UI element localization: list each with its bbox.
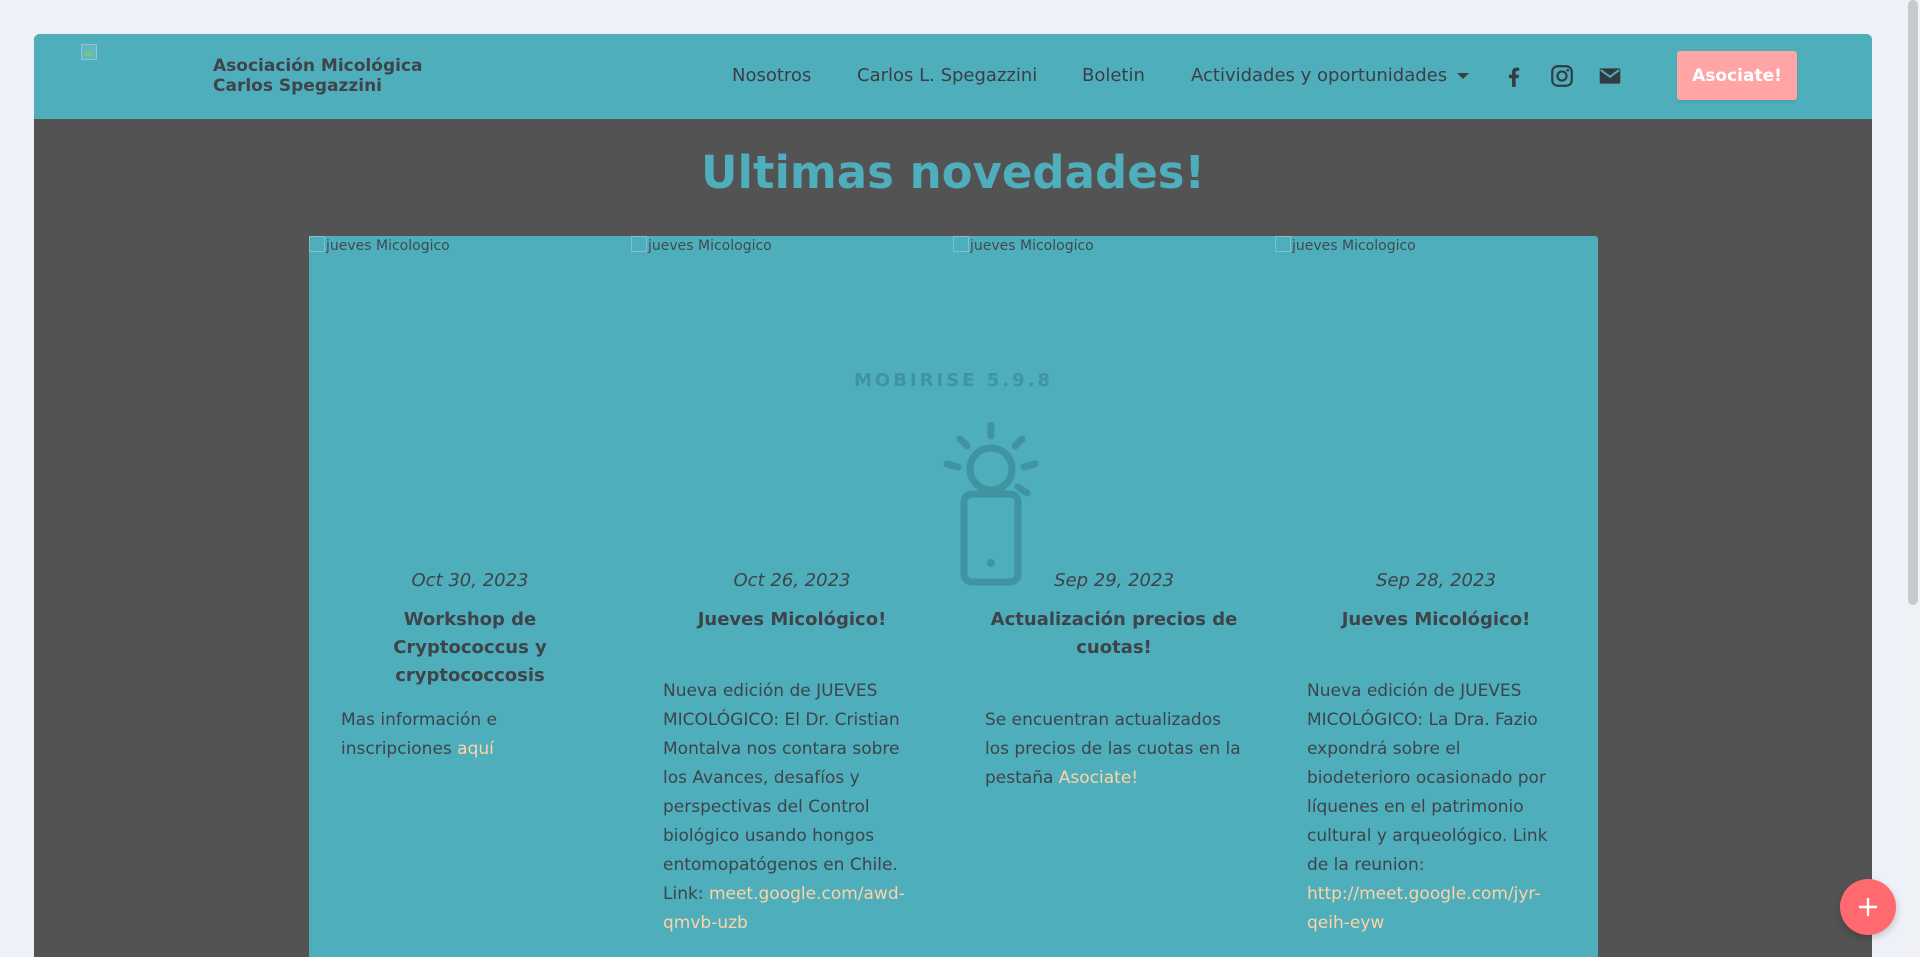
- card-title[interactable]: Jueves Micológico!: [663, 606, 921, 634]
- news-card: jueves Micologico Oct 26, 2023 Jueves Mi…: [631, 236, 953, 957]
- mail-icon[interactable]: [1597, 63, 1623, 89]
- scrollbar-track[interactable]: [1906, 0, 1920, 957]
- floating-add-button[interactable]: [1840, 879, 1896, 935]
- card-text-body: Nueva edición de JUEVES MICOLÓGICO: La D…: [1307, 681, 1548, 875]
- card-link[interactable]: Asociate!: [1059, 768, 1138, 788]
- card-link[interactable]: http://meet.google.com/jyr-qeih-eyw: [1307, 884, 1540, 933]
- chevron-down-icon: [1457, 73, 1470, 79]
- brand-name-line2: Carlos Spegazzini: [213, 76, 383, 96]
- facebook-icon[interactable]: [1501, 63, 1527, 89]
- page-frame: Asociación Micológica Carlos Spegazzini …: [34, 34, 1872, 957]
- brand-name[interactable]: Asociación Micológica Carlos Spegazzini: [213, 56, 423, 96]
- news-cards-panel: MOBIRISE 5.9.8 jueves Micologico Oct 30,…: [309, 236, 1598, 957]
- nav-item-carlos-spegazzini[interactable]: Carlos L. Spegazzini: [857, 65, 1037, 86]
- card-title[interactable]: Workshop de Cryptococcus y cryptococcosi…: [341, 606, 599, 690]
- nav-item-nosotros[interactable]: Nosotros: [732, 65, 811, 86]
- card-image[interactable]: jueves Micologico: [953, 236, 1094, 254]
- card-text: Nueva edición de JUEVES MICOLÓGICO: La D…: [1307, 677, 1569, 938]
- card-image[interactable]: jueves Micologico: [309, 236, 450, 254]
- news-card: jueves Micologico Sep 29, 2023 Actualiza…: [953, 236, 1275, 957]
- asociate-button[interactable]: Asociate!: [1677, 51, 1797, 100]
- card-text: Se encuentran actualizados los precios d…: [985, 706, 1247, 793]
- card-text: Nueva edición de JUEVES MICOLÓGICO: El D…: [663, 677, 925, 938]
- card-title[interactable]: Actualización precios de cuotas!: [985, 606, 1243, 662]
- nav-item-boletin[interactable]: Boletin: [1082, 65, 1145, 86]
- card-link[interactable]: aquí: [457, 739, 494, 759]
- card-text: Mas información e inscripciones aquí: [341, 706, 603, 764]
- card-text-body: Nueva edición de JUEVES MICOLÓGICO: El D…: [663, 681, 900, 904]
- card-image[interactable]: jueves Micologico: [631, 236, 772, 254]
- nav-item-actividades-label: Actividades y oportunidades: [1191, 65, 1448, 86]
- card-image[interactable]: jueves Micologico: [1275, 236, 1416, 254]
- navbar: Asociación Micológica Carlos Spegazzini …: [34, 34, 1872, 119]
- plus-icon: [1858, 897, 1878, 917]
- card-date: Oct 30, 2023: [411, 570, 529, 591]
- scrollbar-thumb[interactable]: [1908, 0, 1918, 605]
- nav-item-actividades-dropdown[interactable]: Actividades y oportunidades: [1191, 65, 1470, 86]
- card-title[interactable]: Jueves Micológico!: [1307, 606, 1565, 634]
- card-date: Oct 26, 2023: [733, 570, 851, 591]
- brand-name-line1: Asociación Micológica: [213, 56, 423, 76]
- section-title: Ultimas novedades!: [700, 146, 1206, 199]
- news-card: jueves Micologico Oct 30, 2023 Workshop …: [309, 236, 631, 957]
- card-date: Sep 28, 2023: [1376, 570, 1496, 591]
- logo-image[interactable]: [81, 44, 97, 60]
- news-card: jueves Micologico Sep 28, 2023 Jueves Mi…: [1275, 236, 1597, 957]
- card-date: Sep 29, 2023: [1054, 570, 1174, 591]
- instagram-icon[interactable]: [1549, 63, 1575, 89]
